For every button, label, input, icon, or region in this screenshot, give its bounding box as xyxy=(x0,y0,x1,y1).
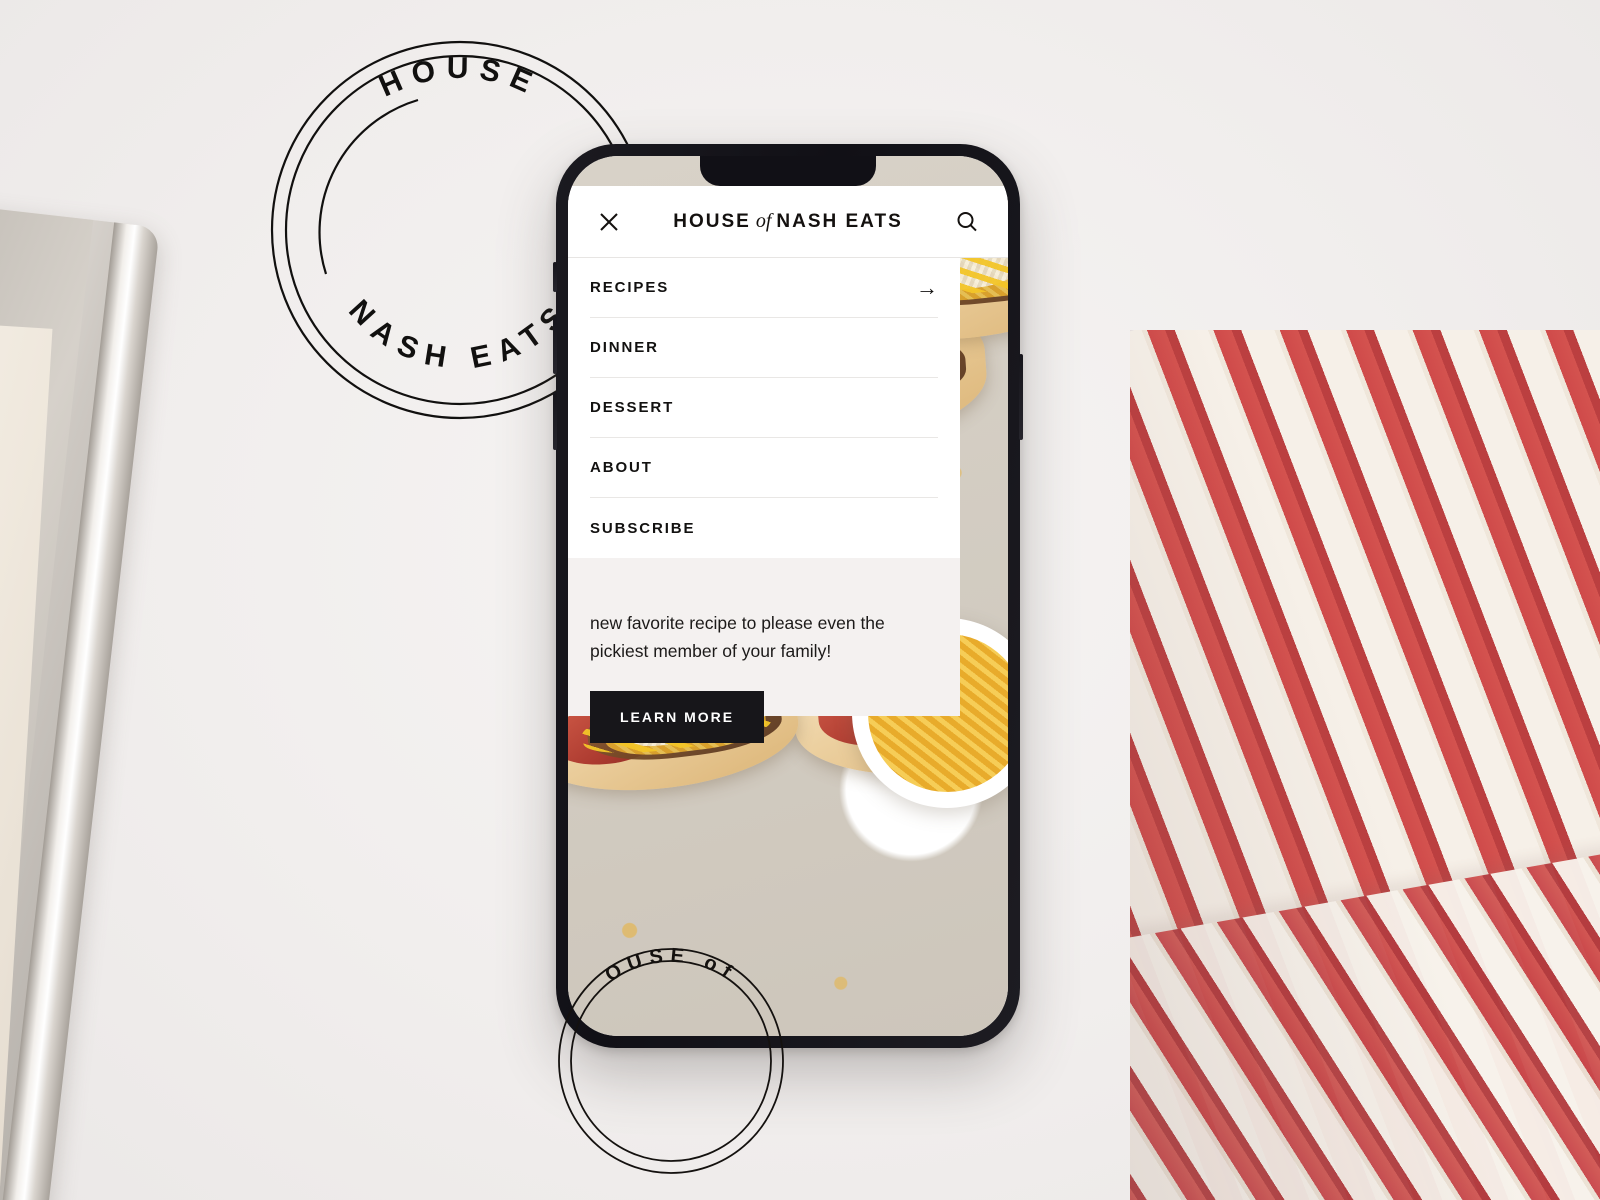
nav-item-recipes[interactable]: RECIPES → xyxy=(590,258,938,318)
phone-power-button[interactable] xyxy=(1019,354,1023,440)
nav-item-subscribe[interactable]: SUBSCRIBE xyxy=(590,498,938,558)
nav-item-label: DINNER xyxy=(590,339,659,356)
sheet-pan-prop xyxy=(0,190,270,1200)
stamp-overlay-text: OUSE of xyxy=(601,945,741,987)
arrow-right-icon: → xyxy=(916,274,938,300)
brand-stamp-logo-overlay: OUSE of xyxy=(556,945,786,1176)
stamp-top-text: HOUSE xyxy=(374,52,545,104)
nav-item-label: ABOUT xyxy=(590,459,653,476)
content-body-text: new favorite recipe to please even the p… xyxy=(590,613,885,661)
nav-item-dinner[interactable]: DINNER xyxy=(590,318,938,378)
nav-item-label: DESSERT xyxy=(590,399,675,416)
brand-suffix: NASH EATS xyxy=(776,211,903,232)
nav-item-label: SUBSCRIBE xyxy=(590,519,696,537)
phone-notch xyxy=(700,156,876,186)
phone-volume-down-button[interactable] xyxy=(553,392,557,450)
nav-item-dessert[interactable]: DESSERT xyxy=(590,378,938,438)
phone-silent-switch[interactable] xyxy=(553,262,557,292)
stamp-decorative-arc xyxy=(318,98,419,275)
learn-more-button[interactable]: LEARN MORE xyxy=(590,691,765,744)
phone-mockup: new favorite recipe to please even the p… xyxy=(553,144,1023,1048)
phone-volume-up-button[interactable] xyxy=(553,316,557,374)
brand-title: HOUSE of NASH EATS xyxy=(626,210,950,233)
search-icon[interactable] xyxy=(950,205,984,239)
brand-middle: of xyxy=(750,210,777,232)
stamp-bottom-text: NASH EATS xyxy=(342,294,578,376)
close-icon[interactable] xyxy=(592,205,626,239)
striped-towel-prop xyxy=(1130,330,1600,1200)
brand-prefix: HOUSE xyxy=(673,211,751,232)
navigation-menu: RECIPES → DINNER DESSERT ABOUT SUBSCRIBE xyxy=(568,258,960,558)
nav-item-label: RECIPES xyxy=(590,279,670,296)
phone-screen: new favorite recipe to please even the p… xyxy=(568,156,1008,1036)
app-header: HOUSE of NASH EATS xyxy=(568,186,1008,258)
nav-item-about[interactable]: ABOUT xyxy=(590,438,938,498)
